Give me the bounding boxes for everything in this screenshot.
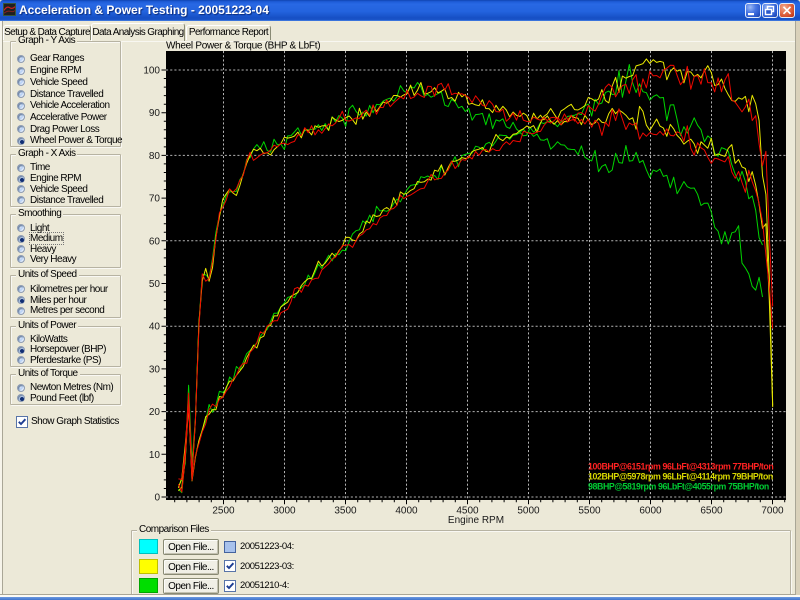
svg-text:30: 30 <box>149 364 161 375</box>
svg-text:50: 50 <box>149 279 161 290</box>
svg-text:5500: 5500 <box>578 506 601 517</box>
svg-text:2500: 2500 <box>212 506 235 517</box>
svg-text:102BHP@5978rpm 96LbFt@4114rpm: 102BHP@5978rpm 96LbFt@4114rpm 79BHP/ton <box>588 472 773 482</box>
svg-text:100BHP@6151rpm 96LbFt@4313rpm: 100BHP@6151rpm 96LbFt@4313rpm 77BHP/ton <box>588 462 773 472</box>
svg-text:70: 70 <box>149 194 161 205</box>
svg-text:5000: 5000 <box>517 506 540 517</box>
svg-text:0: 0 <box>154 493 160 504</box>
svg-text:Wheel Power & Torque (BHP & Lb: Wheel Power & Torque (BHP & LbFt) <box>166 41 320 52</box>
svg-text:3500: 3500 <box>334 506 357 517</box>
svg-text:20: 20 <box>149 407 161 418</box>
svg-text:10: 10 <box>149 450 161 461</box>
svg-text:6000: 6000 <box>639 506 662 517</box>
svg-text:6500: 6500 <box>700 506 723 517</box>
svg-text:100: 100 <box>143 66 160 77</box>
svg-text:4000: 4000 <box>395 506 418 517</box>
svg-text:Engine RPM: Engine RPM <box>448 515 504 526</box>
svg-text:3000: 3000 <box>273 506 296 517</box>
svg-text:7000: 7000 <box>761 506 784 517</box>
svg-text:40: 40 <box>149 322 161 333</box>
svg-text:60: 60 <box>149 236 161 247</box>
svg-text:90: 90 <box>149 108 161 119</box>
svg-text:98BHP@5819rpm 96LbFt@4055rpm 7: 98BHP@5819rpm 96LbFt@4055rpm 75BHP/ton <box>588 482 769 492</box>
svg-text:80: 80 <box>149 151 161 162</box>
